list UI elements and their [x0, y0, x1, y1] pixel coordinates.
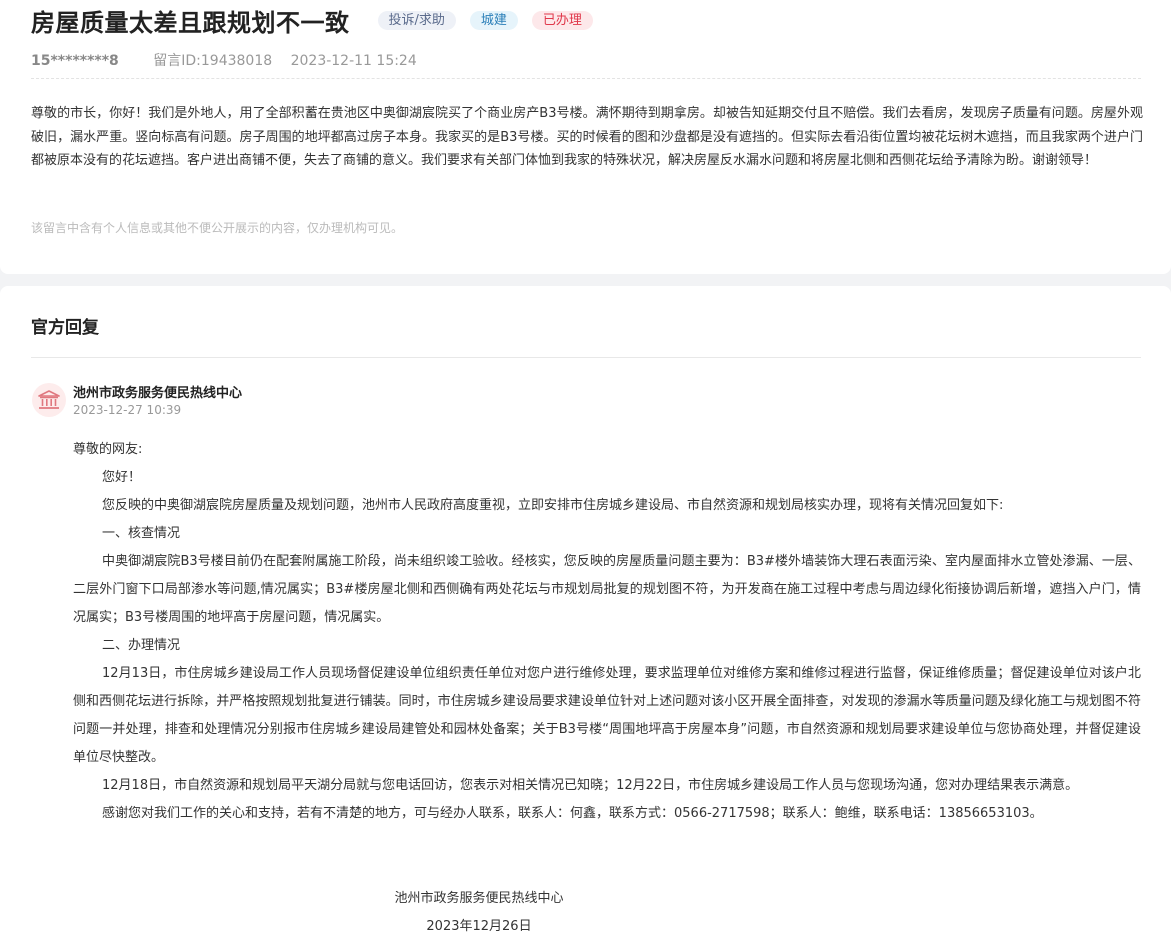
privacy-note: 该留言中含有个人信息或其他不便公开展示的内容，仅办理机构可见。: [31, 221, 404, 235]
message-title: 房屋质量太差且跟规划不一致: [31, 8, 350, 37]
reply-divider: [31, 357, 1141, 358]
reply-paragraph: 您好！: [102, 470, 142, 485]
official-reply-card: 官方回复 池州市政务服务便民热线中心 2023-12-27 10:39 尊敬的网…: [0, 286, 1171, 941]
message-id: 留言ID:19438018: [153, 53, 273, 69]
reply-datetime: 2023-12-27 10:39: [73, 403, 182, 417]
title-row: 房屋质量太差且跟规划不一致 投诉/求助 城建 已办理: [31, 4, 593, 37]
message-content: 尊敬的市长，你好！我们是外地人，用了全部积蓄在贵池区中奥御湖宸院买了个商业房产B…: [31, 106, 1143, 168]
reply-paragraph: 您反映的中奥御湖宸院房屋质量及规划问题，池州市人民政府高度重视，立即安排市住房城…: [102, 498, 1004, 513]
signature-org: 池州市政务服务便民热线中心: [394, 891, 564, 906]
user-id: 15********8: [31, 53, 119, 69]
reply-section-heading: 二、办理情况: [102, 638, 181, 653]
reply-paragraph: 12月18日，市自然资源和规划局平天湖分局就与您电话回访，您表示对相关情况已知晓…: [102, 778, 1079, 793]
reply-body: 尊敬的网友: 您好！ 您反映的中奥御湖宸院房屋质量及规划问题，池州市人民政府高度…: [73, 436, 1141, 828]
message-meta: 15********8 留言ID:19438018 2023-12-11 15:…: [31, 50, 417, 70]
government-building-icon: [32, 383, 66, 417]
status-badge: 已办理: [531, 10, 593, 30]
message-datetime: 2023-12-11 15:24: [290, 53, 417, 69]
message-card: 房屋质量太差且跟规划不一致 投诉/求助 城建 已办理 15********8 留…: [0, 0, 1171, 274]
reply-heading: 官方回复: [31, 318, 99, 338]
meta-divider: [31, 78, 1141, 79]
reply-greeting: 尊敬的网友:: [73, 442, 143, 457]
reply-paragraph: 感谢您对我们工作的关心和支持，若有不清楚的地方，可与经办人联系，联系人：何鑫，联…: [102, 806, 1043, 821]
reply-paragraph: 12月13日，市住房城乡建设局工作人员现场督促建设单位组织责任单位对您户进行维修…: [73, 666, 1141, 765]
signature-date: 2023年12月26日: [426, 919, 532, 934]
reply-section-heading: 一、核查情况: [102, 526, 181, 541]
category-tag[interactable]: 投诉/求助: [377, 10, 456, 30]
reply-org-name: 池州市政务服务便民热线中心: [73, 386, 243, 401]
reply-paragraph: 中奥御湖宸院B3号楼目前仍在配套附属施工阶段，尚未组织竣工验收。经核实，您反映的…: [73, 554, 1141, 625]
department-tag[interactable]: 城建: [469, 10, 518, 30]
